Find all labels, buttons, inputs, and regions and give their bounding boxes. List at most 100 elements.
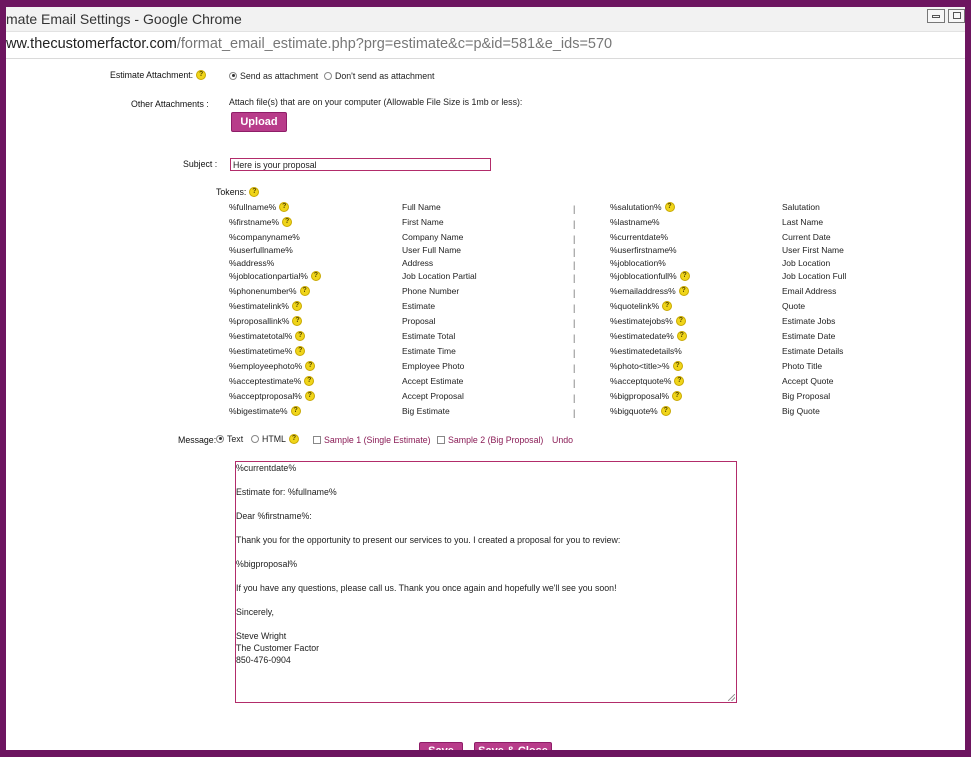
sample1-label: Sample 1 (Single Estimate) xyxy=(324,435,431,445)
help-icon[interactable]: ? xyxy=(675,315,686,326)
token-description: Phone Number xyxy=(402,286,459,296)
token-description-text: Salutation xyxy=(782,202,820,212)
message-textarea[interactable]: %currentdate% Estimate for: %fullname% Dea… xyxy=(235,461,737,703)
help-icon[interactable]: ? xyxy=(292,315,303,326)
attachment-option-send-label: Send as attachment xyxy=(240,71,319,81)
token-description-text: Address xyxy=(402,258,434,268)
token-code: %emailaddress%? xyxy=(610,285,689,297)
sample2-option[interactable]: Sample 2 (Big Proposal) xyxy=(437,435,543,445)
token-code-text: %photo<title>% xyxy=(610,361,670,371)
save-button[interactable]: Save xyxy=(419,742,463,750)
maximize-icon[interactable] xyxy=(948,9,965,23)
title-bar: mate Email Settings - Google Chrome xyxy=(6,7,965,32)
help-icon[interactable]: ? xyxy=(196,69,207,80)
help-icon[interactable]: ? xyxy=(305,360,316,371)
token-separator: | xyxy=(573,378,576,388)
message-label-text: Message: xyxy=(178,435,217,445)
help-icon[interactable]: ? xyxy=(299,285,310,296)
radio-html-format[interactable] xyxy=(251,434,259,443)
help-icon[interactable]: ? xyxy=(288,433,299,444)
upload-button[interactable]: Upload xyxy=(231,112,287,132)
token-separator: | xyxy=(573,204,576,214)
token-code: %quotelink%? xyxy=(610,300,673,312)
token-description-text: First Name xyxy=(402,217,444,227)
help-icon[interactable]: ? xyxy=(674,375,685,386)
token-description-text: Estimate Jobs xyxy=(782,316,836,326)
token-description-text: Full Name xyxy=(402,202,441,212)
token-code: %estimatedate%? xyxy=(610,330,687,342)
radio-text-format[interactable] xyxy=(216,434,224,443)
radio-send-attachment[interactable] xyxy=(229,71,237,80)
message-line: Thank you for the opportunity to present… xyxy=(236,535,621,545)
token-code-text: %currentdate% xyxy=(610,232,669,242)
help-icon[interactable]: ? xyxy=(249,186,260,197)
estimate-attachment-label-text: Estimate Attachment: xyxy=(110,70,194,80)
help-icon[interactable]: ? xyxy=(310,270,321,281)
format-text-option[interactable]: Text xyxy=(216,434,243,444)
token-description: Job Location Partial xyxy=(402,271,477,281)
help-icon[interactable]: ? xyxy=(282,216,293,227)
attachment-note: Attach file(s) that are on your computer… xyxy=(229,97,523,107)
format-html-option[interactable]: HTML? xyxy=(251,433,299,445)
token-description-text: Estimate Date xyxy=(782,331,836,341)
help-icon[interactable]: ? xyxy=(295,345,306,356)
token-code: %estimatedetails% xyxy=(610,346,682,356)
popup-window: mate Email Settings - Google Chrome ww.t… xyxy=(6,7,965,750)
subject-input[interactable]: Here is your proposal xyxy=(230,158,491,171)
token-description: Proposal xyxy=(402,316,436,326)
format-text-label: Text xyxy=(227,434,244,444)
undo-link[interactable]: Undo xyxy=(552,435,573,445)
help-icon[interactable]: ? xyxy=(295,330,306,341)
help-icon[interactable]: ? xyxy=(292,300,302,311)
address-bar[interactable]: ww.thecustomerfactor.com/format_email_es… xyxy=(6,32,965,59)
attachment-option-dont[interactable]: Don't send as attachment xyxy=(324,71,434,81)
help-icon[interactable]: ? xyxy=(660,405,671,416)
sample1-checkbox[interactable] xyxy=(313,435,321,444)
subject-label: Subject : xyxy=(183,159,218,169)
token-code-text: %joblocation% xyxy=(610,258,666,268)
token-code-text: %userfirstname% xyxy=(610,245,677,255)
token-description-text: Quote xyxy=(782,301,806,311)
token-description-text: Estimate xyxy=(402,301,436,311)
help-icon[interactable]: ? xyxy=(279,201,290,212)
sample2-checkbox[interactable] xyxy=(437,435,445,444)
token-code: %salutation%? xyxy=(610,201,675,213)
token-code: %joblocation% xyxy=(610,258,666,268)
radio-dont-send-attachment[interactable] xyxy=(324,71,332,80)
token-code: %userfirstname% xyxy=(610,245,677,255)
help-icon[interactable]: ? xyxy=(304,375,315,386)
token-code-text: %acceptquote% xyxy=(610,376,672,386)
token-separator: | xyxy=(573,333,576,343)
help-icon[interactable]: ? xyxy=(304,390,315,401)
sample1-option[interactable]: Sample 1 (Single Estimate) xyxy=(313,435,431,445)
minimize-icon[interactable] xyxy=(927,9,945,23)
token-code: %phonenumber%? xyxy=(229,285,310,297)
token-separator: | xyxy=(573,318,576,328)
help-icon[interactable]: ? xyxy=(662,300,673,311)
other-attachments-label: Other Attachments : xyxy=(131,99,209,109)
help-icon[interactable]: ? xyxy=(672,360,683,371)
help-icon[interactable]: ? xyxy=(679,270,690,281)
token-code-text: %lastname% xyxy=(610,217,660,227)
help-icon[interactable]: ? xyxy=(672,390,683,401)
token-code: %acceptestimate%? xyxy=(229,375,315,387)
attachment-option-send[interactable]: Send as attachment xyxy=(229,71,318,81)
token-description: Big Quote xyxy=(782,406,820,416)
token-separator: | xyxy=(573,234,576,244)
token-code-text: %acceptproposal% xyxy=(229,391,302,401)
help-icon[interactable]: ? xyxy=(678,285,689,296)
token-code: %firstname%? xyxy=(229,216,293,228)
token-separator: | xyxy=(573,247,576,257)
help-icon[interactable]: ? xyxy=(676,330,687,341)
message-line: %bigproposal% xyxy=(236,559,298,569)
save-close-button[interactable]: Save & Close xyxy=(474,742,552,750)
token-code: %estimatelink%? xyxy=(229,300,302,312)
window-title: mate Email Settings - Google Chrome xyxy=(6,11,242,27)
token-description-text: Accept Proposal xyxy=(402,391,464,401)
token-description-text: Accept Quote xyxy=(782,376,834,386)
resize-grip-icon[interactable] xyxy=(728,694,735,701)
help-icon[interactable]: ? xyxy=(664,201,675,212)
help-icon[interactable]: ? xyxy=(290,405,301,416)
token-description-text: Current Date xyxy=(782,232,831,242)
token-code: %employeephoto%? xyxy=(229,360,316,372)
